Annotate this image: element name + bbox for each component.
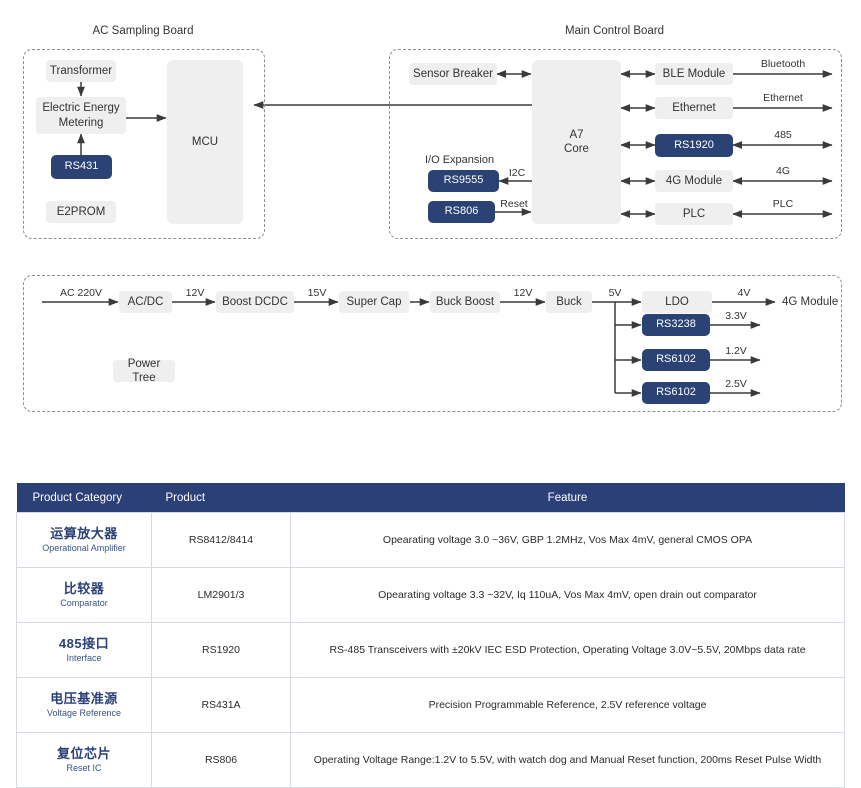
node-sensor-breaker[interactable]: Sensor Breaker: [409, 63, 497, 85]
cell-product: LM2901/3: [151, 567, 291, 623]
wire-label-4g: 4G: [775, 165, 790, 177]
wire-label-12v-a: 12V: [185, 287, 205, 299]
caption-io-expansion: I/O Expansion: [425, 154, 495, 166]
table-row: 运算放大器 Operational Amplifier RS8412/8414 …: [16, 512, 845, 568]
table-row: 电压基准源 Voltage Reference RS431A Precision…: [16, 677, 845, 733]
cell-product: RS1920: [151, 622, 291, 678]
wire-label-485: 485: [774, 129, 792, 141]
node-a7-core[interactable]: A7 Core: [532, 60, 621, 224]
node-power-4g-module: 4G Module: [782, 295, 839, 308]
wire-label-12v-b: 12V: [513, 287, 533, 299]
category-en: Operational Amplifier: [42, 542, 126, 553]
node-rs6102-b[interactable]: RS6102: [642, 382, 710, 404]
category-en: Comparator: [60, 597, 108, 608]
cell-feature: Operating Voltage Range:1.2V to 5.5V, wi…: [290, 732, 845, 788]
title-main-control-board: Main Control Board: [564, 25, 665, 37]
category-zh: 运算放大器: [50, 526, 118, 542]
wire-label-5v: 5V: [608, 287, 622, 299]
category-zh: 电压基准源: [50, 691, 118, 707]
node-ac-dc[interactable]: AC/DC: [119, 291, 172, 313]
diagram-canvas: AC Sampling Board Transformer Electric E…: [0, 0, 861, 788]
table-row: 复位芯片 Reset IC RS806 Operating Voltage Ra…: [16, 732, 845, 788]
wire-label-4v: 4V: [737, 287, 751, 299]
node-rs1920[interactable]: RS1920: [655, 134, 733, 157]
cell-product: RS806: [151, 732, 291, 788]
node-mcu[interactable]: MCU: [167, 60, 243, 224]
category-en: Reset IC: [66, 762, 102, 773]
wire-label-plc: PLC: [772, 198, 794, 210]
category-zh: 485接口: [58, 636, 110, 652]
node-power-tree-caption: Power Tree: [113, 358, 175, 384]
node-boost-dcdc[interactable]: Boost DCDC: [216, 291, 294, 313]
wire-label-reset: Reset: [500, 198, 528, 210]
product-table: Product Category Product Feature 运算放大器 O…: [16, 483, 845, 788]
node-plc-module[interactable]: PLC: [655, 203, 733, 225]
title-ac-sampling-board: AC Sampling Board: [92, 25, 194, 37]
cell-category: 485接口 Interface: [16, 622, 152, 678]
node-rs9555[interactable]: RS9555: [428, 170, 499, 192]
cell-category: 复位芯片 Reset IC: [16, 732, 152, 788]
wire-label-ac-220v: AC 220V: [59, 287, 103, 299]
node-rs6102-a[interactable]: RS6102: [642, 349, 710, 371]
wire-label-i2c: I2C: [508, 167, 526, 179]
node-rs3238[interactable]: RS3238: [642, 314, 710, 336]
category-en: Voltage Reference: [46, 707, 122, 718]
wire-label-ethernet: Ethernet: [763, 92, 803, 104]
cell-category: 电压基准源 Voltage Reference: [16, 677, 152, 733]
cell-product: RS431A: [151, 677, 291, 733]
wire-label-3v3: 3.3V: [725, 310, 747, 322]
th-feature: Feature: [290, 483, 845, 513]
node-transformer[interactable]: Transformer: [46, 60, 116, 82]
th-product-category: Product Category: [16, 483, 152, 513]
node-4g-module[interactable]: 4G Module: [655, 170, 733, 192]
node-buck[interactable]: Buck: [546, 291, 592, 313]
cell-feature: Precision Programmable Reference, 2.5V r…: [290, 677, 845, 733]
th-product: Product: [151, 483, 291, 513]
wire-label-1v2: 1.2V: [725, 345, 747, 357]
node-super-cap[interactable]: Super Cap: [339, 291, 409, 313]
category-zh: 比较器: [63, 581, 105, 597]
table-header-row: Product Category Product Feature: [16, 483, 845, 513]
table-row: 485接口 Interface RS1920 RS-485 Transceive…: [16, 622, 845, 678]
wire-label-2v5: 2.5V: [725, 378, 747, 390]
node-electric-energy-metering[interactable]: Electric Energy Metering: [36, 97, 126, 134]
node-rs806[interactable]: RS806: [428, 201, 495, 223]
wire-label-15v: 15V: [307, 287, 327, 299]
category-en: Interface: [66, 652, 102, 663]
node-ble-module[interactable]: BLE Module: [655, 63, 733, 85]
category-zh: 复位芯片: [56, 746, 111, 762]
node-e2prom[interactable]: E2PROM: [46, 201, 116, 223]
node-rs431[interactable]: RS431: [51, 155, 112, 179]
node-buck-boost[interactable]: Buck Boost: [430, 291, 500, 313]
cell-product: RS8412/8414: [151, 512, 291, 568]
cell-feature: Opearating voltage 3.3 ~32V, Iq 110uA, V…: [290, 567, 845, 623]
cell-feature: Opearating voltage 3.0 ~36V, GBP 1.2MHz,…: [290, 512, 845, 568]
cell-category: 比较器 Comparator: [16, 567, 152, 623]
table-row: 比较器 Comparator LM2901/3 Opearating volta…: [16, 567, 845, 623]
cell-category: 运算放大器 Operational Amplifier: [16, 512, 152, 568]
node-ldo[interactable]: LDO: [642, 291, 712, 313]
node-ethernet-module[interactable]: Ethernet: [655, 97, 733, 119]
wire-label-bluetooth: Bluetooth: [760, 58, 806, 70]
cell-feature: RS-485 Transceivers with ±20kV IEC ESD P…: [290, 622, 845, 678]
